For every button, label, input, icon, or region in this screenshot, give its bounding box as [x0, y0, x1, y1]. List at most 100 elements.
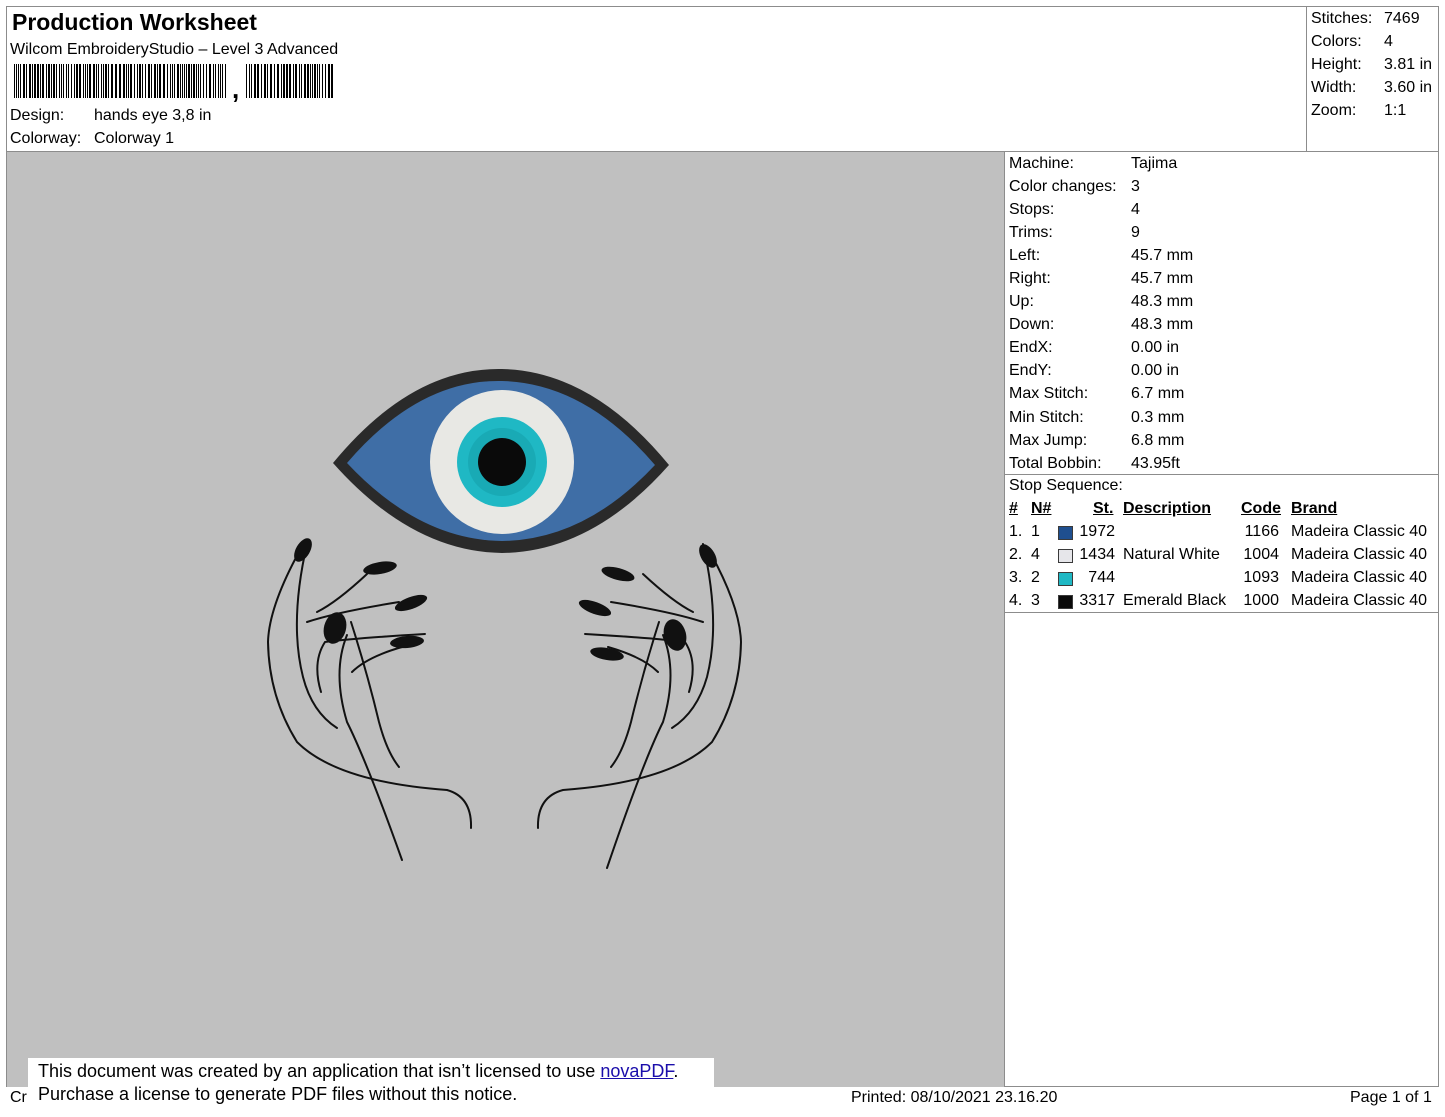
notice-line-2: Purchase a license to generate PDF files…	[38, 1084, 518, 1104]
color-swatch	[1058, 595, 1073, 609]
barcode-bar	[108, 64, 109, 98]
barcode-bar	[37, 64, 39, 98]
nail-right-2	[601, 566, 635, 582]
barcode-bar	[46, 64, 47, 98]
info-row: Max Jump: 6.8 mm	[1009, 431, 1185, 449]
stat-colors: Colors: 4	[1311, 32, 1393, 50]
barcode-bar	[119, 64, 121, 98]
barcode-bar	[264, 64, 266, 98]
info-row: EndX: 0.00 in	[1009, 339, 1180, 357]
barcode-bar	[23, 64, 25, 98]
evil-eye-motif	[333, 368, 669, 553]
barcode-bar	[225, 64, 226, 98]
left-hand-nails	[294, 538, 428, 649]
barcode-bar	[215, 64, 216, 98]
barcode-bar	[317, 64, 318, 98]
barcode-bar	[257, 64, 259, 98]
nail-right-3	[578, 599, 612, 617]
barcode-bar	[101, 64, 102, 98]
barcode-bar	[26, 64, 27, 98]
barcode-bar	[196, 64, 197, 98]
barcode-bar	[111, 64, 113, 98]
barcode-bar	[142, 64, 143, 98]
license-notice: This document was created by an applicat…	[28, 1058, 714, 1114]
stats-divider	[1306, 6, 1307, 152]
barcode-bar	[261, 64, 262, 98]
barcode-bar	[251, 64, 252, 98]
barcode-bar	[193, 64, 195, 98]
nail-right-4	[663, 619, 687, 651]
barcode-bar	[304, 64, 306, 98]
barcode-bar	[170, 64, 171, 98]
right-hand-outline	[536, 543, 743, 869]
embroidery-design-image	[266, 368, 743, 869]
info-row: EndY: 0.00 in	[1009, 362, 1180, 380]
barcode-bar	[200, 64, 201, 98]
pupil	[478, 438, 526, 486]
barcode-bar	[283, 64, 285, 98]
barcode-bar	[213, 64, 214, 98]
barcode-bar	[177, 64, 179, 98]
page-title: Production Worksheet	[12, 9, 257, 35]
barcode-bar	[103, 64, 104, 98]
barcode-bar	[270, 64, 272, 98]
stat-stitches: Stitches: 7469	[1311, 9, 1420, 27]
table-header: # N# St. Description Code Brand	[1009, 500, 1338, 517]
barcode-bar	[126, 64, 127, 98]
barcode-bar	[68, 64, 69, 98]
barcode-bar	[174, 64, 175, 98]
notice-line-1: This document was created by an applicat…	[38, 1061, 679, 1081]
barcode-bar	[128, 64, 129, 98]
barcode-bar	[93, 64, 95, 98]
barcode-bar	[53, 64, 55, 98]
stop-sequence-title: Stop Sequence:	[1009, 477, 1123, 494]
barcode-bar	[87, 64, 88, 98]
stat-zoom: Zoom: 1:1	[1311, 101, 1407, 119]
info-row: Up: 48.3 mm	[1009, 293, 1194, 311]
barcode-bar	[209, 64, 211, 98]
info-row: Machine: Tajima	[1009, 154, 1178, 172]
barcode-bar	[159, 64, 161, 98]
barcode-bar	[312, 64, 313, 98]
barcode-bar	[293, 64, 294, 98]
barcode-bar	[222, 64, 223, 98]
barcode-bar	[206, 64, 207, 98]
barcode-bar	[322, 64, 323, 98]
right-hand-nails	[578, 544, 717, 661]
barcode-bar	[314, 64, 316, 98]
barcode-bar	[331, 64, 333, 98]
barcode-bar	[89, 64, 91, 98]
colorway-value: Colorway 1	[94, 130, 175, 147]
info-row: Color changes: 3	[1009, 177, 1140, 195]
info-row: Stops: 4	[1009, 200, 1140, 218]
barcode-bar	[286, 64, 288, 98]
barcode-bar	[184, 64, 185, 98]
barcode-bar	[310, 64, 311, 98]
barcode-bar	[123, 64, 125, 98]
info-row: Down: 48.3 mm	[1009, 316, 1194, 334]
design-value: hands eye 3,8 in	[94, 107, 212, 124]
barcode-bar	[42, 64, 44, 98]
barcode-bar	[85, 64, 86, 98]
table-row: 1. 1 1972 1166 Madeira Classic 40	[1009, 523, 1428, 540]
barcode-bar	[34, 64, 36, 98]
barcode-bar	[299, 64, 300, 98]
barcode-bar	[105, 64, 107, 98]
barcode-bar	[139, 64, 141, 98]
barcode-bar	[328, 64, 330, 98]
barcode-separator: ,	[232, 74, 240, 104]
novapdf-link[interactable]: novaPDF	[600, 1061, 673, 1081]
barcode-bar	[182, 64, 183, 98]
info-row: Right: 45.7 mm	[1009, 270, 1194, 288]
barcode-bar	[66, 64, 67, 98]
barcode-bar	[96, 64, 97, 98]
barcode-bar	[167, 64, 168, 98]
barcode-bar	[188, 64, 190, 98]
barcode-bar	[180, 64, 181, 98]
printed-date: Printed: 08/10/2021 23.16.20	[851, 1089, 1058, 1106]
barcode-bar	[319, 64, 320, 98]
barcode-bar	[277, 64, 279, 98]
color-swatch	[1058, 572, 1073, 586]
barcode-bar	[154, 64, 156, 98]
table-row: 2. 4 1434 Natural White 1004 Madeira Cla…	[1009, 546, 1428, 563]
